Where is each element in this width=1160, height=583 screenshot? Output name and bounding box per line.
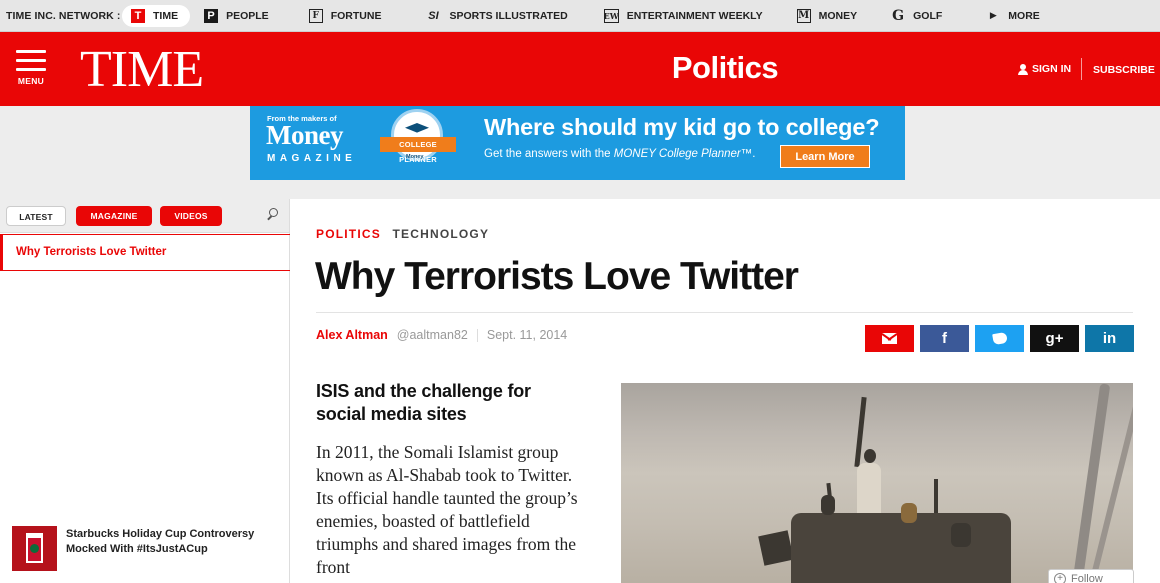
plus-icon: + (1054, 573, 1066, 583)
section-title[interactable]: Politics (600, 50, 850, 86)
si-logo-icon: SI (428, 9, 439, 22)
linkedin-icon: in (1102, 330, 1117, 347)
follow-label: Follow (1071, 573, 1103, 583)
money-logo-icon: M (796, 8, 811, 23)
facebook-icon: f (942, 330, 947, 347)
network-link-sports-illustrated[interactable]: SI SPORTS ILLUSTRATED (417, 5, 575, 27)
follow-button[interactable]: + Follow (1048, 569, 1134, 583)
site-header: MENU TIME Politics SIGN IN SUBSCRIBE (0, 32, 1160, 106)
ad-band: From the makers of Money MAGAZINE COLLEG… (0, 106, 1160, 199)
network-link-money[interactable]: M MONEY (789, 5, 866, 27)
tab-magazine[interactable]: MAGAZINE (76, 206, 152, 226)
share-twitter-button[interactable] (975, 325, 1024, 352)
sidebar-item-active[interactable]: Why Terrorists Love Twitter (0, 234, 290, 271)
money-college-planner-ad[interactable]: From the makers of Money MAGAZINE COLLEG… (250, 106, 905, 180)
network-link-label: MONEY (818, 9, 858, 22)
ad-brand: Money (266, 120, 343, 150)
divider (316, 312, 1133, 313)
people-logo-icon: P (204, 8, 219, 23)
article-photo (621, 383, 1133, 583)
user-icon (1018, 63, 1028, 75)
share-email-button[interactable] (865, 325, 914, 352)
sign-in-label: SIGN IN (1032, 63, 1072, 75)
network-link-entertainment-weekly[interactable]: EW ENTERTAINMENT WEEKLY (596, 5, 771, 27)
share-buttons: f g+ in (865, 325, 1134, 352)
menu-label: MENU (17, 76, 45, 86)
sidebar-tabs: LATEST MAGAZINE VIDEOS (0, 199, 289, 233)
badge-sub: Money (406, 154, 424, 160)
tag-technology[interactable]: TECHNOLOGY (392, 227, 489, 241)
network-bar: TIME INC. NETWORK : T TIME P PEOPLE F FO… (0, 0, 1160, 32)
college-planner-badge: COLLEGE PLANNER Money (380, 107, 465, 179)
network-link-label: SPORTS ILLUSTRATED (449, 9, 568, 22)
sidebar-story-title: Starbucks Holiday Cup Controversy Mocked… (66, 528, 255, 555)
tab-latest[interactable]: LATEST (6, 206, 66, 226)
twitter-icon (991, 331, 1008, 346)
article-dek: ISIS and the challenge for social media … (316, 381, 531, 424)
play-arrow-icon: ▶ (989, 10, 997, 21)
article: POLITICS TECHNOLOGY Why Terrorists Love … (291, 199, 1160, 583)
network-link-fortune[interactable]: F FORTUNE (301, 5, 390, 27)
network-link-golf[interactable]: G GOLF (883, 5, 950, 27)
menu-button[interactable]: MENU (16, 50, 46, 86)
network-link-label: TIME (153, 9, 179, 22)
tag-politics[interactable]: POLITICS (316, 227, 381, 241)
network-label: TIME INC. NETWORK : (6, 9, 121, 22)
network-link-label: GOLF (913, 9, 943, 22)
ad-brand-sub: MAGAZINE (267, 153, 357, 164)
sign-in-link[interactable]: SIGN IN (1018, 63, 1071, 75)
story-thumbnail (12, 526, 57, 571)
share-linkedin-button[interactable]: in (1085, 325, 1134, 352)
sidebar-item-label: Why Terrorists Love Twitter (16, 246, 167, 258)
article-tags: POLITICS TECHNOLOGY (316, 227, 489, 241)
article-title: Why Terrorists Love Twitter (315, 255, 799, 298)
email-icon (882, 333, 897, 344)
hamburger-icon (16, 50, 46, 71)
byline-divider (476, 328, 478, 342)
golf-logo-icon: G (892, 7, 905, 24)
header-divider (1081, 58, 1082, 80)
byline: Alex Altman @aaltman82 Sept. 11, 2014 (316, 328, 567, 342)
subscribe-link[interactable]: SUBSCRIBE (1093, 64, 1155, 76)
network-more-button[interactable]: ▶ MORE (978, 5, 1048, 27)
tab-videos[interactable]: VIDEOS (160, 206, 222, 226)
time-logo-icon: T (131, 8, 145, 23)
author-handle[interactable]: @aaltman82 (397, 328, 468, 342)
network-link-label: MORE (1008, 9, 1040, 22)
article-body: In 2011, the Somali Islamist group known… (316, 442, 578, 577)
network-link-label: PEOPLE (226, 9, 269, 22)
share-google-plus-button[interactable]: g+ (1030, 325, 1079, 352)
network-link-label: ENTERTAINMENT WEEKLY (626, 9, 763, 22)
time-logo[interactable]: TIME (80, 42, 204, 98)
network-link-people[interactable]: P PEOPLE (196, 5, 277, 27)
fortune-logo-icon: F (308, 8, 323, 23)
sidebar-story[interactable]: Starbucks Holiday Cup Controversy Mocked… (12, 526, 282, 572)
ad-headline: Where should my kid go to college? (484, 114, 880, 140)
network-link-time[interactable]: T TIME (122, 4, 191, 27)
publish-date: Sept. 11, 2014 (486, 328, 568, 342)
ew-logo-icon: EW (603, 8, 619, 23)
search-icon[interactable] (266, 208, 279, 221)
badge-ribbon: COLLEGE PLANNER (380, 137, 456, 164)
network-link-label: FORTUNE (330, 9, 382, 22)
ad-subtext: Get the answers with the MONEY College P… (484, 148, 756, 160)
author-link[interactable]: Alex Altman (316, 328, 388, 342)
sidebar: LATEST MAGAZINE VIDEOS Why Terrorists Lo… (0, 199, 290, 583)
share-facebook-button[interactable]: f (920, 325, 969, 352)
ad-learn-more-button[interactable]: Learn More (780, 145, 870, 168)
google-plus-icon: g+ (1045, 330, 1064, 347)
